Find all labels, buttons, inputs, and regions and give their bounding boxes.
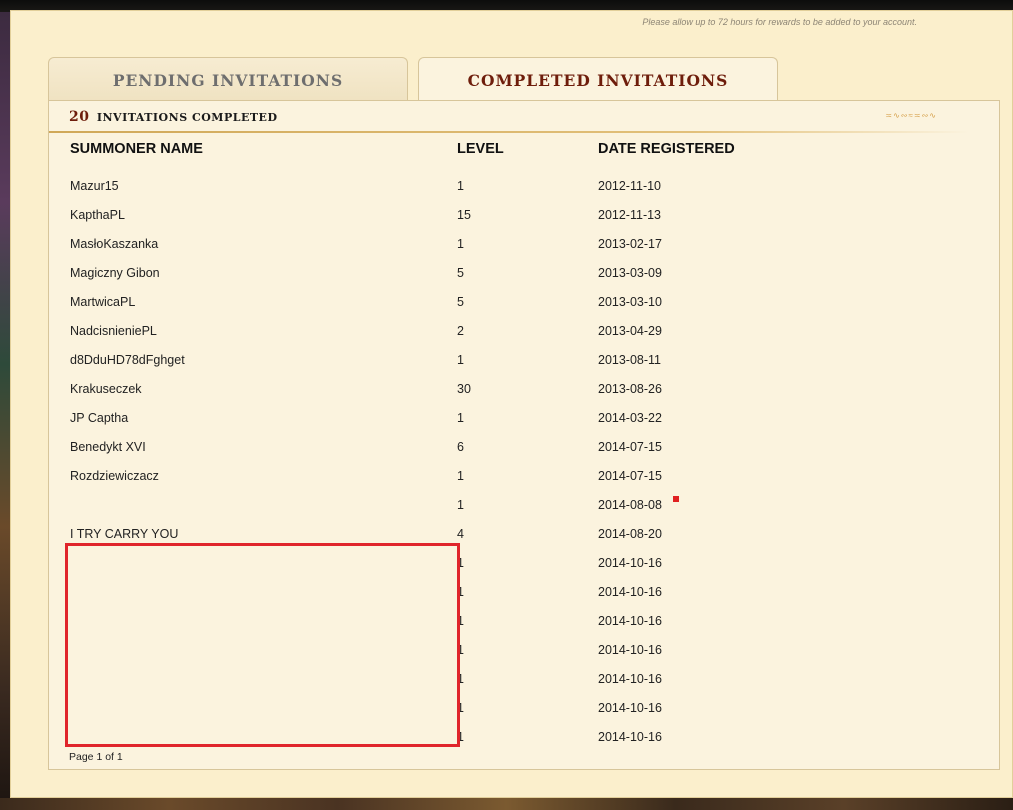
highlight-box — [65, 543, 460, 747]
table-row: Rozdziewiczacz 1 2014-07-15 — [49, 469, 949, 498]
summoner-name-cell: MartwicaPL — [70, 295, 136, 309]
brand-scribble-icon: ≍∿∾≈≍∾∿ — [885, 111, 937, 120]
column-header-level: LEVEL — [457, 141, 504, 157]
table-row: KapthaPL 15 2012-11-13 — [49, 208, 949, 237]
date-registered-cell: 2014-10-16 — [598, 730, 662, 744]
background-art — [0, 0, 10, 810]
table-row: 1 2014-08-08 — [49, 496, 949, 527]
summoner-name-cell: Rozdziewiczacz — [70, 469, 159, 483]
table-row: MartwicaPL 5 2013-03-10 — [49, 295, 949, 324]
date-registered-cell: 2014-07-15 — [598, 440, 662, 454]
invitations-count-number: 20 — [69, 109, 90, 125]
level-cell: 15 — [457, 208, 471, 222]
date-registered-cell: 2013-03-09 — [598, 266, 662, 280]
date-registered-cell: 2014-08-08 — [598, 498, 662, 512]
date-registered-cell: 2013-02-17 — [598, 237, 662, 251]
table-row: Krakuseczek 30 2013-08-26 — [49, 382, 949, 411]
level-cell: 1 — [457, 353, 464, 367]
date-registered-cell: 2014-10-16 — [598, 614, 662, 628]
pagination: Page 1 of 1 — [69, 751, 123, 763]
date-registered-cell: 2014-10-16 — [598, 672, 662, 686]
column-header-summoner-name: SUMMONER NAME — [70, 141, 203, 157]
date-registered-cell: 2012-11-10 — [598, 179, 662, 193]
level-cell: 5 — [457, 266, 464, 280]
date-registered-cell: 2014-07-15 — [598, 469, 662, 483]
level-cell: 4 — [457, 527, 464, 541]
summoner-name-cell: I TRY CARRY YOU — [70, 527, 179, 541]
summoner-name-cell: d8DduHD78dFghget — [70, 353, 185, 367]
date-registered-cell: 2013-08-11 — [598, 353, 662, 367]
level-cell: 1 — [457, 469, 464, 483]
summoner-name-cell: Mazur15 — [70, 179, 119, 193]
date-registered-cell: 2012-11-13 — [598, 208, 662, 222]
level-cell: 2 — [457, 324, 464, 338]
date-registered-cell: 2014-08-20 — [598, 527, 662, 541]
date-registered-cell: 2014-10-16 — [598, 585, 662, 599]
rewards-note: Please allow up to 72 hours for rewards … — [642, 17, 917, 27]
level-cell: 6 — [457, 440, 464, 454]
level-cell: 1 — [457, 179, 464, 193]
summoner-name-cell: JP Captha — [70, 411, 129, 425]
table-row: JP Captha 1 2014-03-22 — [49, 411, 949, 440]
date-registered-cell: 2014-03-22 — [598, 411, 662, 425]
level-cell: 1 — [457, 411, 464, 425]
summoner-name-cell: Krakuseczek — [70, 382, 142, 396]
divider — [49, 131, 969, 133]
table-row: d8DduHD78dFghget 1 2013-08-11 — [49, 353, 949, 382]
table-row: Mazur15 1 2012-11-10 — [49, 179, 949, 208]
table-row: Benedykt XVI 6 2014-07-15 — [49, 440, 949, 469]
tab-completed-invitations[interactable]: COMPLETED INVITATIONS — [418, 57, 778, 103]
date-registered-cell: 2014-10-16 — [598, 556, 662, 570]
table-row: NadcisnieniePL 2 2013-04-29 — [49, 324, 949, 353]
summoner-name-cell: Magiczny Gibon — [70, 266, 160, 280]
invitations-count: 20 INVITATIONS COMPLETED — [69, 109, 277, 125]
invitations-count-label: INVITATIONS COMPLETED — [96, 111, 278, 124]
date-registered-cell: 2013-04-29 — [598, 324, 662, 338]
summoner-name-cell: MasłoKaszanka — [70, 237, 159, 251]
date-registered-cell: 2013-08-26 — [598, 382, 662, 396]
summoner-name-cell: NadcisnieniePL — [70, 324, 157, 338]
level-cell: 1 — [457, 498, 464, 512]
column-header-date-registered: DATE REGISTERED — [598, 141, 735, 157]
summoner-name-cell: KapthaPL — [70, 208, 125, 222]
level-cell: 5 — [457, 295, 464, 309]
tab-pending-invitations[interactable]: PENDING INVITATIONS — [48, 57, 408, 102]
table-row: Magiczny Gibon 5 2013-03-09 — [49, 266, 949, 295]
date-registered-cell: 2013-03-10 — [598, 295, 662, 309]
level-cell: 1 — [457, 237, 464, 251]
table-row: MasłoKaszanka 1 2013-02-17 — [49, 237, 949, 266]
background-art-bottom — [0, 798, 1013, 810]
red-marker — [673, 496, 679, 502]
summoner-name-cell: Benedykt XVI — [70, 440, 146, 454]
date-registered-cell: 2014-10-16 — [598, 701, 662, 715]
date-registered-cell: 2014-10-16 — [598, 643, 662, 657]
level-cell: 30 — [457, 382, 471, 396]
